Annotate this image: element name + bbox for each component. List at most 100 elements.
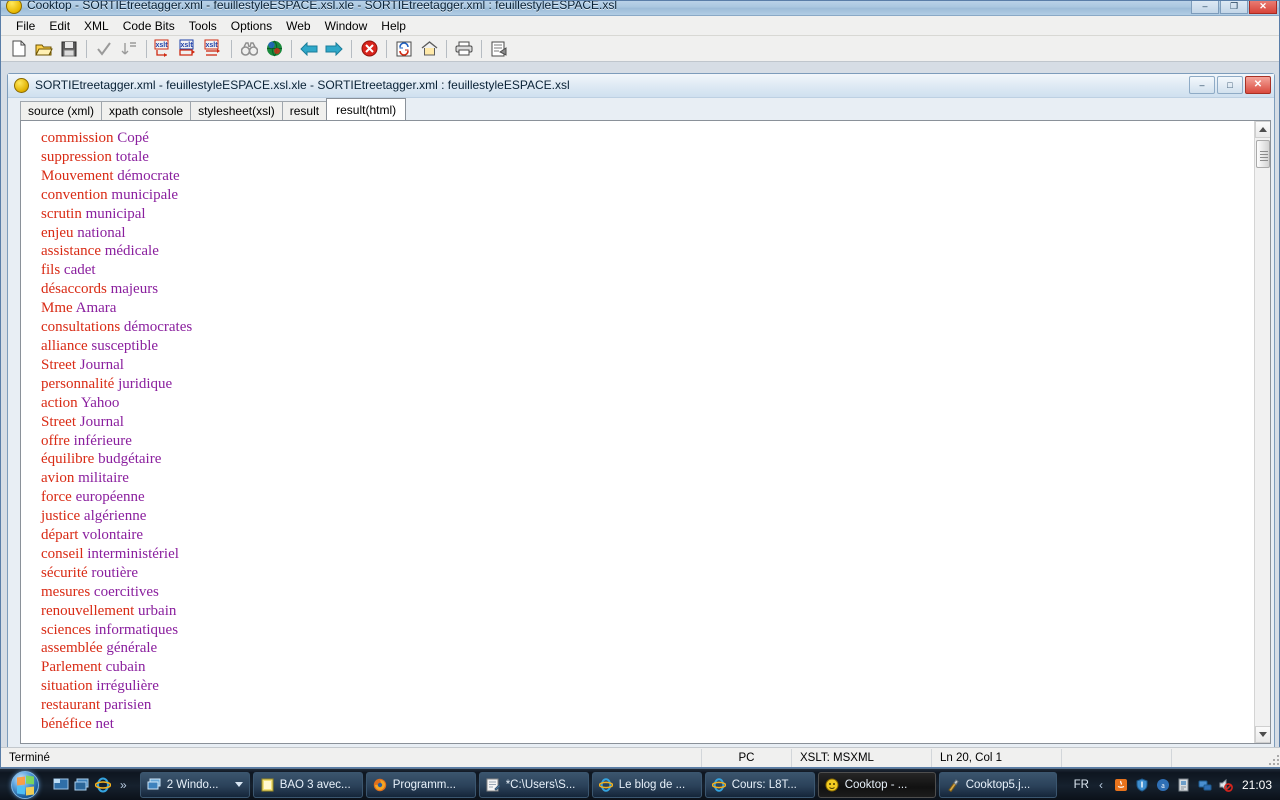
term-word-first: convention xyxy=(41,186,108,203)
child-restore-button[interactable]: □ xyxy=(1217,76,1243,94)
result-term-line: départ volontaire xyxy=(41,526,1254,545)
menu-xml[interactable]: XML xyxy=(77,18,116,34)
vertical-scrollbar[interactable] xyxy=(1254,121,1270,743)
child-close-button[interactable]: ✕ xyxy=(1245,76,1271,94)
tab-stylesheet-xsl[interactable]: stylesheet(xsl) xyxy=(190,101,283,120)
find-binoculars-icon[interactable] xyxy=(237,38,261,60)
result-term-list: commission Copé suppression totale Mouveme… xyxy=(21,121,1254,743)
home-icon[interactable] xyxy=(417,38,441,60)
term-word-second: Journal xyxy=(79,356,124,373)
taskbar-item-programm[interactable]: Programm... xyxy=(365,771,476,798)
adobe-tray-icon[interactable]: a xyxy=(1155,777,1171,793)
term-word-first: restaurant xyxy=(41,697,101,714)
term-word-second: informatiques xyxy=(94,621,179,638)
result-term-line: consultations démocrates xyxy=(41,318,1254,337)
term-word-second: démocrate xyxy=(117,167,180,184)
taskbar-item-cooktop[interactable]: Cooktop - ... xyxy=(817,771,936,798)
term-word-second: Journal xyxy=(79,413,124,430)
open-folder-icon[interactable] xyxy=(32,38,56,60)
taskbar-item-le-blog-de[interactable]: Le blog de ... xyxy=(591,771,702,798)
network-tray-icon[interactable] xyxy=(1197,777,1213,793)
result-term-line: mesures coercitives xyxy=(41,583,1254,602)
show-desktop-icon[interactable] xyxy=(52,776,70,794)
taskbar-item-cours-l8t[interactable]: Cours: L8T... xyxy=(704,771,815,798)
xslt-result-icon[interactable]: xslt xyxy=(177,38,201,60)
menu-code-bits[interactable]: Code Bits xyxy=(116,18,182,34)
menu-edit[interactable]: Edit xyxy=(42,18,77,34)
device-tray-icon[interactable] xyxy=(1176,777,1192,793)
taskbar-item-cooktop5-jar[interactable]: Cooktop5.j... xyxy=(938,771,1057,798)
status-platform: PC xyxy=(701,748,791,767)
clock[interactable]: 21:03 xyxy=(1239,778,1272,792)
browser-globe-icon[interactable] xyxy=(262,38,286,60)
term-word-second: interministériel xyxy=(87,545,179,562)
term-word-second: totale xyxy=(115,148,149,165)
window-group-icon xyxy=(147,777,162,792)
result-term-line: Street Journal xyxy=(41,413,1254,432)
tab-result-html[interactable]: result(html) xyxy=(326,98,407,120)
resize-grip-icon[interactable] xyxy=(1267,753,1279,765)
tab-source-xml[interactable]: source (xml) xyxy=(20,101,103,120)
internet-explorer-icon[interactable] xyxy=(94,776,112,794)
toolbar-separator xyxy=(351,39,352,58)
tab-result[interactable]: result xyxy=(281,101,328,120)
forward-arrow-icon[interactable] xyxy=(322,38,346,60)
minimize-button[interactable]: – xyxy=(1191,1,1219,14)
language-indicator[interactable]: FR xyxy=(1074,779,1089,791)
result-term-line: fils cadet xyxy=(41,261,1254,280)
child-window-titlebar[interactable]: SORTIEtreetagger.xml - feuillestyleESPAC… xyxy=(8,74,1274,98)
taskbar-item-label: Cooktop5.j... xyxy=(965,778,1031,791)
scrollbar-thumb[interactable] xyxy=(1256,140,1270,168)
check-validate-icon[interactable] xyxy=(92,38,116,60)
save-icon[interactable] xyxy=(57,38,81,60)
restore-button[interactable]: ❐ xyxy=(1220,1,1248,14)
tab-xpath-console[interactable]: xpath console xyxy=(101,101,192,120)
term-word-second: budgétaire xyxy=(98,451,162,468)
switch-windows-icon[interactable] xyxy=(73,776,91,794)
start-button[interactable] xyxy=(2,770,48,800)
term-word-first: action xyxy=(41,394,78,411)
menu-options[interactable]: Options xyxy=(224,18,279,34)
menu-window[interactable]: Window xyxy=(318,18,375,34)
tray-overflow-chevron[interactable]: ‹ xyxy=(1094,779,1108,791)
quick-launch-overflow-chevron[interactable]: » xyxy=(115,779,132,791)
taskbar-item-label: Cours: L8T... xyxy=(731,778,797,791)
xslt-transform-icon[interactable]: xslt xyxy=(152,38,176,60)
titlebar[interactable]: Cooktop - SORTIEtreetagger.xml - feuille… xyxy=(1,1,1279,16)
refresh-icon[interactable] xyxy=(392,38,416,60)
taskbar-item-window-group[interactable]: 2 Windo... xyxy=(139,771,250,798)
new-file-icon[interactable] xyxy=(7,38,31,60)
windows-logo-icon xyxy=(11,770,39,799)
child-restore-glyph: □ xyxy=(1227,79,1233,90)
chevron-up-icon xyxy=(1259,127,1267,132)
term-word-first: justice xyxy=(41,508,81,525)
antivirus-tray-icon[interactable] xyxy=(1134,777,1150,793)
close-button[interactable]: ✕ xyxy=(1249,1,1277,14)
term-word-second: cubain xyxy=(105,659,146,676)
menu-web[interactable]: Web xyxy=(279,18,317,34)
properties-icon[interactable] xyxy=(487,38,511,60)
scroll-down-button[interactable] xyxy=(1255,726,1270,743)
xslt-html-icon[interactable]: xslt xyxy=(202,38,226,60)
volume-muted-tray-icon[interactable] xyxy=(1218,777,1234,793)
java-tray-icon[interactable] xyxy=(1113,777,1129,793)
result-term-line: force européenne xyxy=(41,488,1254,507)
format-indent-icon[interactable] xyxy=(117,38,141,60)
print-icon[interactable] xyxy=(452,38,476,60)
stop-icon[interactable] xyxy=(357,38,381,60)
result-term-line: assistance médicale xyxy=(41,242,1254,261)
cooktop-icon xyxy=(6,1,22,14)
child-minimize-button[interactable]: – xyxy=(1189,76,1215,94)
menu-file[interactable]: File xyxy=(9,18,42,34)
status-spacer-1 xyxy=(1061,748,1171,767)
taskbar-item-bao3[interactable]: BAO 3 avec... xyxy=(252,771,363,798)
term-word-first: avion xyxy=(41,470,75,487)
cooktop-doc-icon xyxy=(14,78,29,93)
chevron-down-icon[interactable] xyxy=(234,782,243,787)
back-arrow-icon[interactable] xyxy=(297,38,321,60)
result-term-line: justice algérienne xyxy=(41,507,1254,526)
taskbar-item-notepad[interactable]: *C:\Users\S... xyxy=(478,771,589,798)
menu-tools[interactable]: Tools xyxy=(182,18,224,34)
scroll-up-button[interactable] xyxy=(1255,121,1270,138)
menu-help[interactable]: Help xyxy=(374,18,413,34)
